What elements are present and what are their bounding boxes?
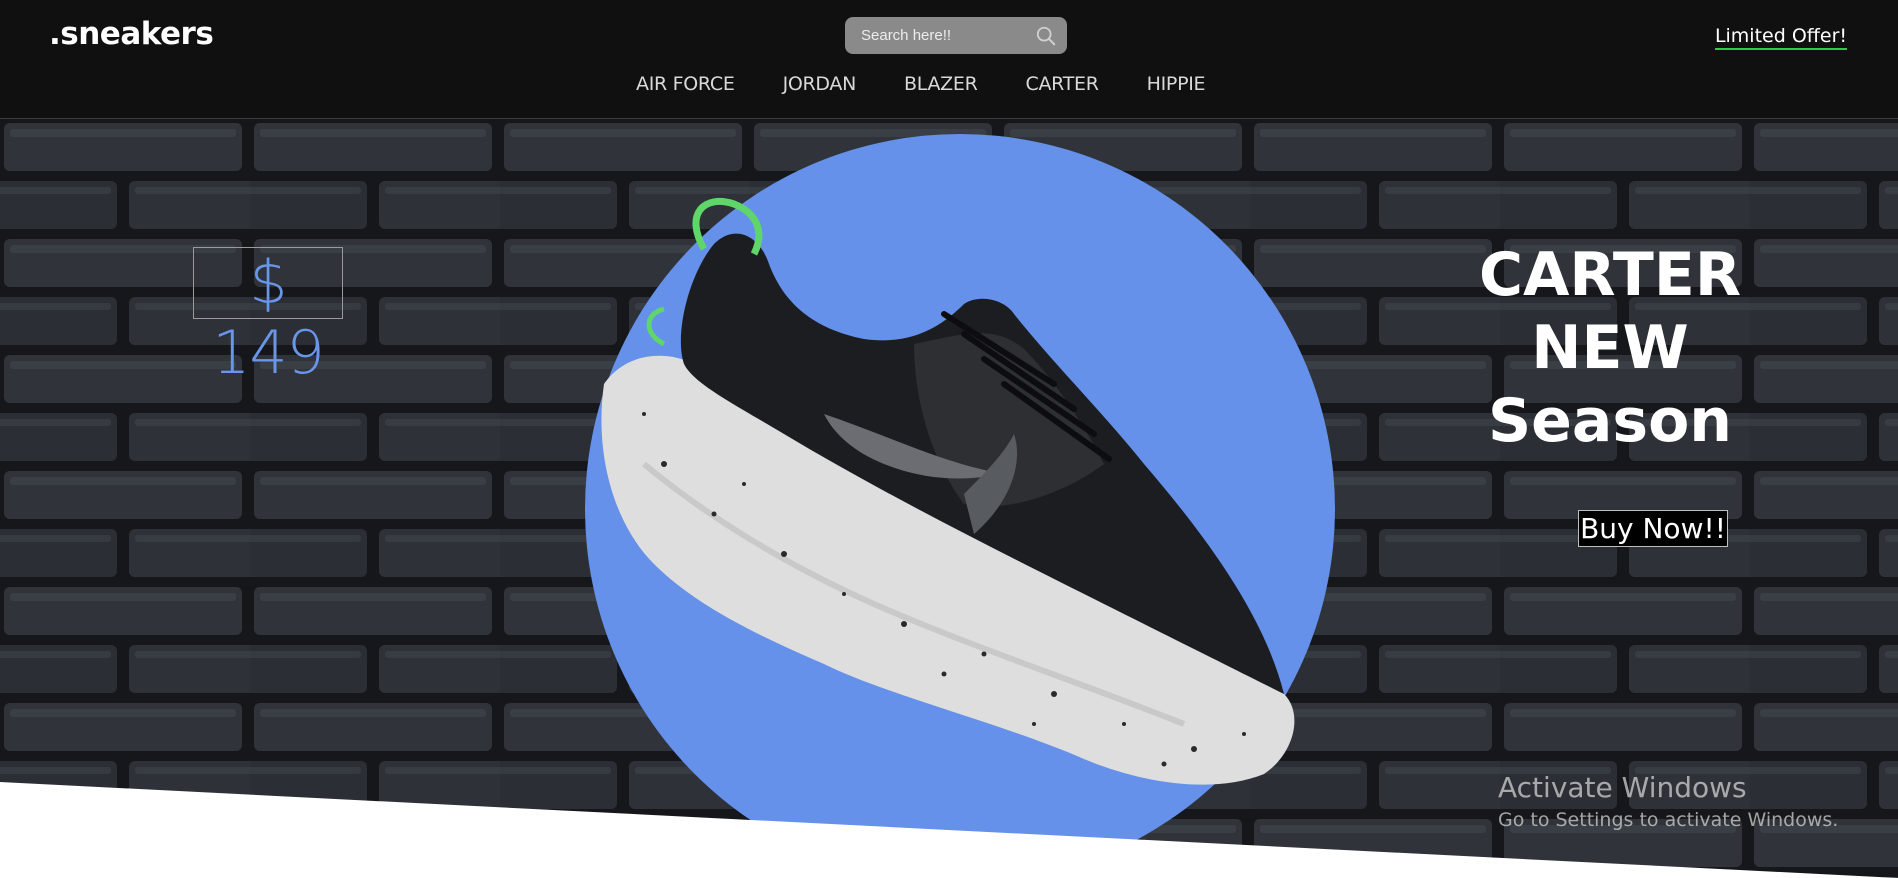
- site-logo[interactable]: .sneakers: [49, 16, 214, 52]
- menu-item-air-force[interactable]: AIR FORCE: [636, 73, 735, 95]
- search-icon[interactable]: [1035, 25, 1057, 47]
- limited-offer-link[interactable]: Limited Offer!: [1714, 25, 1847, 50]
- navbar: .sneakers Limited Offer! AIR FORCE JORDA…: [0, 0, 1898, 119]
- search-input[interactable]: [845, 17, 1025, 54]
- watermark-subtitle: Go to Settings to activate Windows.: [1498, 809, 1839, 831]
- hero-section: $ 149 CARTER NEW Season Buy Now!! Activa…: [0, 119, 1898, 878]
- menu-item-carter[interactable]: CARTER: [1026, 73, 1099, 95]
- menu-item-blazer[interactable]: BLAZER: [904, 73, 978, 95]
- white-diagonal-divider: [0, 782, 1898, 878]
- watermark-title: Activate Windows: [1498, 771, 1747, 804]
- menu-item-jordan[interactable]: JORDAN: [783, 73, 857, 95]
- menu-item-hippie[interactable]: HIPPIE: [1147, 73, 1206, 95]
- search-box[interactable]: [845, 17, 1067, 54]
- category-menu: AIR FORCE JORDAN BLAZER CARTER HIPPIE: [636, 73, 1229, 95]
- windows-activation-watermark: Activate Windows Go to Settings to activ…: [1498, 771, 1838, 833]
